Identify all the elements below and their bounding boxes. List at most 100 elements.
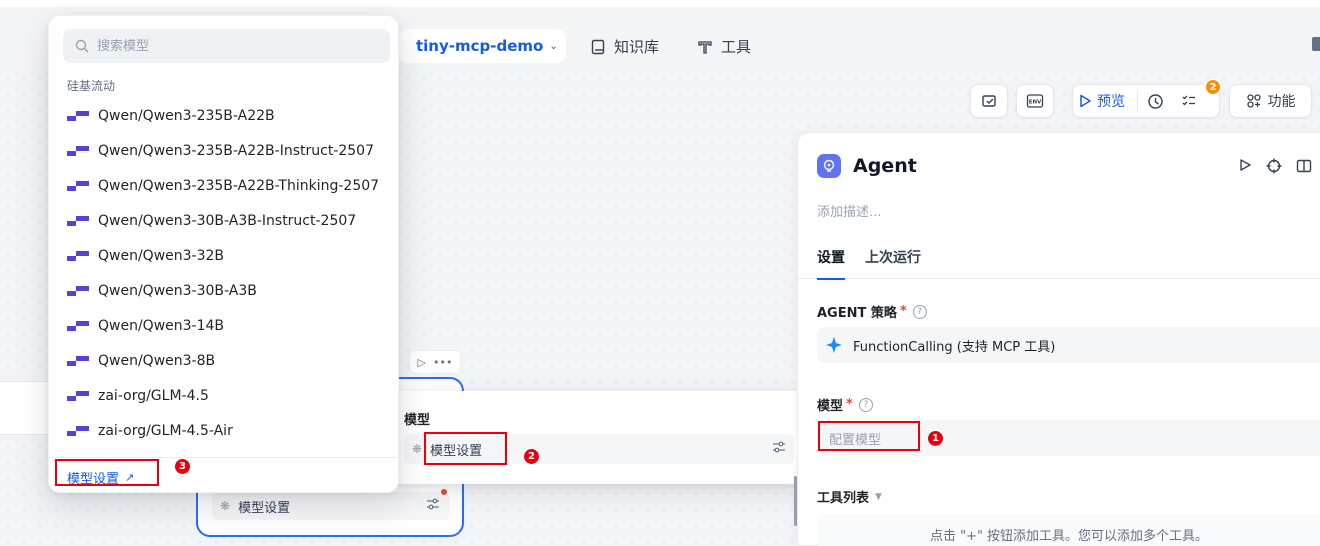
env-button[interactable]: ENV (1016, 84, 1054, 118)
siliconflow-logo-icon (67, 320, 89, 331)
model-option-label: Qwen/Qwen3-32B (98, 247, 225, 264)
model-label: 模型 * ? (817, 395, 873, 414)
run-toolbar-group: 预览 (1072, 84, 1220, 118)
history-button[interactable] (1138, 93, 1172, 110)
siliconflow-logo-icon (67, 285, 89, 296)
settings-sliders-icon[interactable] (426, 498, 440, 514)
annotation-number-3: 3 (174, 458, 191, 475)
model-option[interactable]: Qwen/Qwen3-30B-A3B-Instruct-2507 (49, 203, 398, 238)
model-option[interactable]: Qwen/Qwen3-8B (49, 343, 398, 378)
history-icon (1147, 93, 1163, 109)
more-icon[interactable]: ••• (433, 356, 452, 369)
siliconflow-logo-icon (67, 390, 89, 401)
cube-icon[interactable] (1312, 37, 1320, 51)
features-label: 功能 (1267, 94, 1296, 110)
node-model-label: 模型设置 (238, 500, 291, 516)
model-option-label: Qwen/Qwen3-14B (98, 317, 225, 334)
warning-dot (440, 488, 448, 496)
tools-hint-text: 点击 "+" 按钮添加工具。您可以添加多个工具。 (929, 528, 1209, 544)
app-selector[interactable]: tiny-mcp-demo ⌄ (398, 29, 566, 63)
nav-knowledge-label: 知识库 (614, 38, 660, 56)
caret-down-icon: ▼ (875, 491, 882, 502)
model-option-label: Qwen/Qwen3-30B-A3B (98, 282, 257, 299)
siliconflow-logo-icon (67, 215, 89, 226)
required-mark: * (846, 397, 853, 412)
model-search-input[interactable] (97, 38, 367, 54)
tools-empty-hint: 点击 "+" 按钮添加工具。您可以添加多个工具。 (817, 514, 1320, 546)
app-name: tiny-mcp-demo (416, 37, 544, 55)
model-option-label: zai-org/GLM-4.5 (98, 387, 209, 404)
run-icon[interactable] (1238, 158, 1252, 178)
strategy-label-text: AGENT 策略 (817, 306, 897, 321)
checklist-badge: 2 (1205, 79, 1221, 95)
siliconflow-logo-icon (67, 145, 89, 156)
tools-label-text: 工具列表 (817, 491, 870, 506)
node-controls: ▷ ••• (409, 350, 461, 374)
model-popup-title: 模型 (404, 413, 431, 428)
siliconflow-logo-icon (67, 425, 89, 436)
annotation-box-1 (818, 421, 920, 451)
book-open-icon[interactable] (1296, 158, 1312, 178)
model-dropdown: 硅基流动 Qwen/Qwen3-235B-A22B Qwen/Qwen3-235… (48, 15, 399, 493)
model-list: Qwen/Qwen3-235B-A22B Qwen/Qwen3-235B-A22… (49, 98, 398, 448)
play-icon[interactable]: ▷ (418, 356, 426, 369)
env-icon: ENV (1026, 94, 1044, 108)
provider-group-label: 硅基流动 (67, 79, 116, 93)
model-cube-icon: ❋ (220, 499, 231, 513)
help-icon[interactable]: ? (912, 304, 927, 319)
tools-label[interactable]: 工具列表 ▼ (817, 487, 882, 506)
hammer-icon (698, 40, 712, 54)
model-option-label: Qwen/Qwen3-8B (98, 352, 216, 369)
nav-tools-label: 工具 (721, 38, 752, 56)
model-label-text: 模型 (817, 399, 844, 414)
nav-tools[interactable]: 工具 (697, 36, 751, 57)
help-icon[interactable]: ? (858, 397, 873, 412)
annotation-box-3 (55, 459, 159, 486)
siliconflow-logo-icon (67, 250, 89, 261)
features-button[interactable]: 功能 (1229, 84, 1312, 118)
locate-icon[interactable] (1266, 158, 1282, 178)
siliconflow-logo-icon (67, 355, 89, 366)
model-option[interactable]: Qwen/Qwen3-235B-A22B-Instruct-2507 (49, 133, 398, 168)
nav-knowledge[interactable]: 知识库 (590, 36, 659, 57)
model-option[interactable]: zai-org/GLM-4.5-Air (49, 413, 398, 448)
model-option[interactable]: Qwen/Qwen3-14B (49, 308, 398, 343)
model-option[interactable]: Qwen/Qwen3-235B-A22B-Thinking-2507 (49, 168, 398, 203)
model-option[interactable]: Qwen/Qwen3-32B (49, 238, 398, 273)
panel-actions (1238, 158, 1312, 178)
required-mark: * (899, 304, 907, 319)
dropdown-divider (49, 457, 398, 458)
tab-settings[interactable]: 设置 (817, 247, 845, 280)
agent-config-panel: Agent 添加描述... 设置 上次运行 AGENT 策略 * ? Funct… (797, 132, 1320, 546)
node-model-setting[interactable]: ❋ 模型设置 (212, 492, 450, 520)
strategy-value: FunctionCalling (支持 MCP 工具) (853, 339, 1056, 355)
annotation-box-2 (424, 432, 507, 465)
checklist-button[interactable] (1172, 93, 1206, 109)
sparkle-icon (826, 337, 842, 353)
model-option-label: Qwen/Qwen3-30B-A3B-Instruct-2507 (98, 212, 357, 229)
preview-label: 预览 (1097, 94, 1125, 110)
apps-icon (1246, 94, 1261, 108)
panel-title[interactable]: Agent (853, 155, 917, 177)
siliconflow-logo-icon (67, 180, 89, 191)
model-option[interactable]: Qwen/Qwen3-30B-A3B (49, 273, 398, 308)
annotation-number-1: 1 (927, 430, 944, 447)
model-option[interactable]: zai-org/GLM-4.5 (49, 378, 398, 413)
model-search[interactable] (63, 29, 390, 63)
siliconflow-logo-icon (67, 110, 89, 121)
model-option[interactable]: Qwen/Qwen3-235B-A22B (49, 98, 398, 133)
list-check-icon (1182, 95, 1195, 106)
settings-sliders-icon[interactable] (772, 441, 786, 457)
preview-button[interactable]: 预览 (1079, 91, 1138, 111)
play-icon (1080, 94, 1091, 108)
tab-last-run[interactable]: 上次运行 (865, 247, 921, 267)
model-cube-icon: ❋ (412, 442, 423, 456)
book-icon (591, 39, 605, 54)
strategy-select[interactable]: FunctionCalling (支持 MCP 工具) (817, 327, 1320, 363)
strategy-label: AGENT 策略 * ? (817, 302, 927, 321)
import-button[interactable] (970, 84, 1008, 118)
description-input[interactable]: 添加描述... (817, 201, 881, 220)
checklist-icon (982, 95, 996, 107)
agent-brain-icon (817, 154, 841, 178)
svg-text:ENV: ENV (1029, 100, 1042, 106)
